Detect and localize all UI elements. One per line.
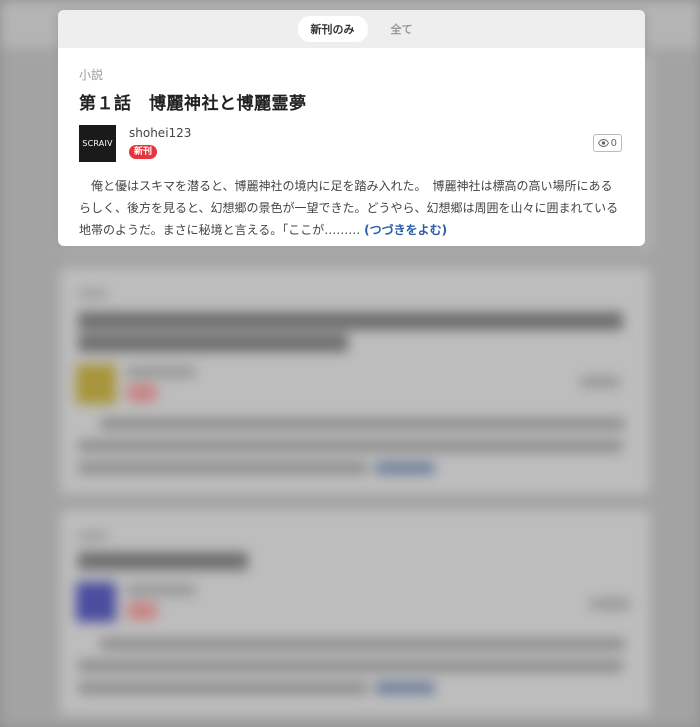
article-card: 新刊のみ 全て 小説 第１話 博麗神社と博麗霊夢 SCRAIV shohei12…	[58, 10, 645, 246]
article-excerpt: 俺と優はスキマを潜ると、博麗神社の境内に足を踏み入れた。 博麗神社は標高の高い場…	[79, 175, 624, 241]
article-content: 小説 第１話 博麗神社と博麗霊夢 SCRAIV shohei123 新刊 0 俺…	[58, 48, 645, 241]
avatar[interactable]: SCRAIV	[79, 125, 116, 162]
tab-all[interactable]: 全て	[378, 16, 426, 42]
author-name[interactable]: shohei123	[129, 126, 191, 140]
filter-tabs: 新刊のみ 全て	[58, 10, 645, 48]
eye-icon	[597, 139, 609, 147]
new-badge: 新刊	[129, 145, 158, 159]
author-row: SCRAIV shohei123 新刊 0	[79, 125, 624, 163]
article-title[interactable]: 第１話 博麗神社と博麗霊夢	[79, 89, 624, 114]
avatar-logo-text: SCRAIV	[82, 139, 113, 148]
background-card	[60, 510, 650, 715]
read-more-link[interactable]: (つづきをよむ)	[364, 223, 447, 237]
tab-new-only[interactable]: 新刊のみ	[297, 16, 368, 42]
view-count-badge: 0	[592, 134, 622, 152]
background-card	[60, 268, 650, 494]
view-count-value: 0	[610, 137, 617, 149]
category-label: 小説	[79, 68, 104, 82]
excerpt-text: 俺と優はスキマを潜ると、博麗神社の境内に足を踏み入れた。 博麗神社は標高の高い場…	[79, 179, 619, 237]
